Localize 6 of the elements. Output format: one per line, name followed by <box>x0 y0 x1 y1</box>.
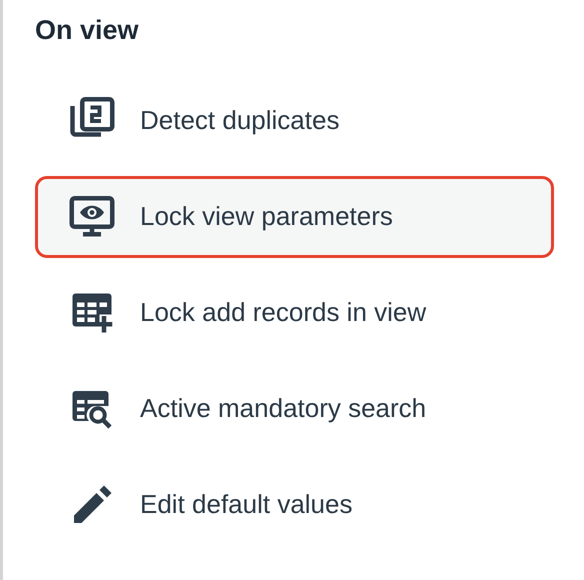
menu-item[interactable]: Detect duplicates <box>35 80 554 162</box>
section-title: On view <box>35 14 140 47</box>
menu-item[interactable]: Active mandatory search <box>35 368 554 450</box>
menu-item[interactable]: Lock view parameters <box>35 176 554 258</box>
menu-item[interactable]: Lock add records in view <box>35 272 554 354</box>
menu-item[interactable]: Edit default values <box>35 464 554 546</box>
